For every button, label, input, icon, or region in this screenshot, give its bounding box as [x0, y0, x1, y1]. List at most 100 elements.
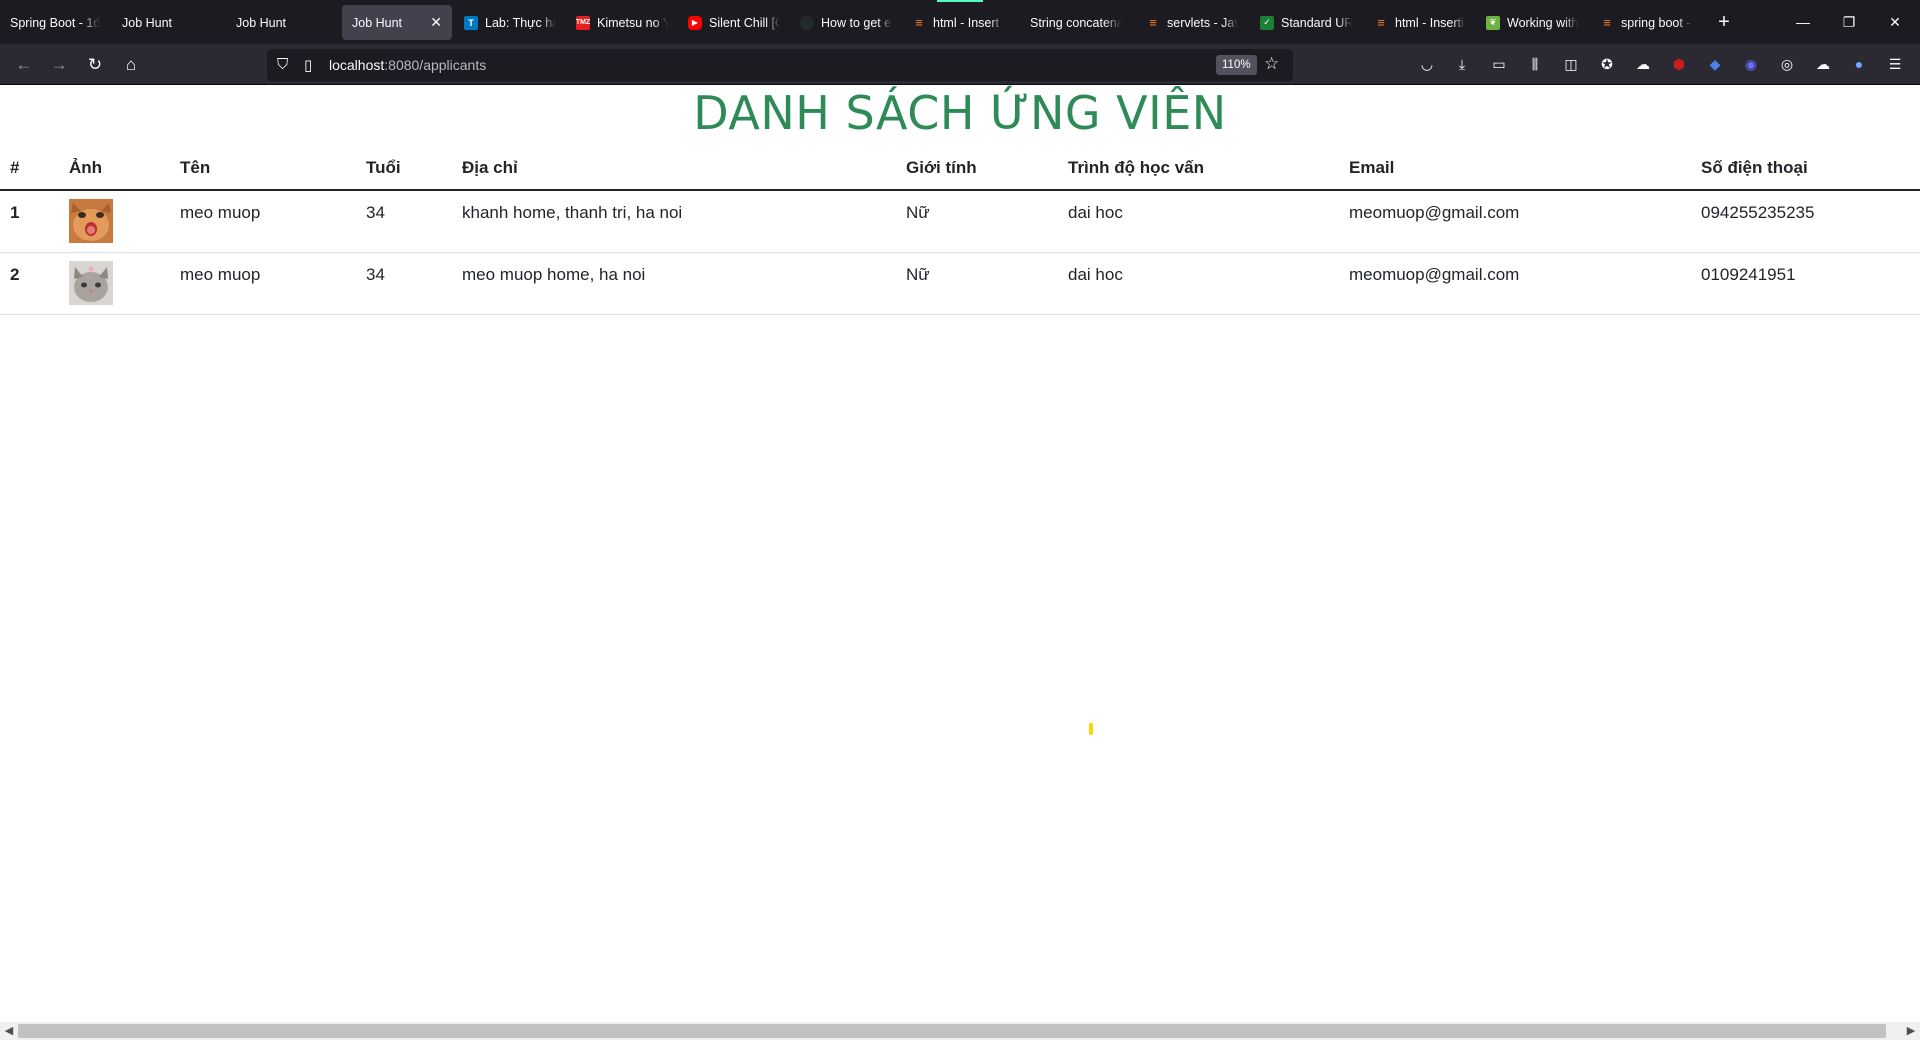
tab-servlets[interactable]: ≡ servlets - Java — [1136, 5, 1248, 40]
page-title: DANH SÁCH ỨNG VIÊN — [693, 86, 1227, 140]
scroll-right-icon[interactable]: ▶ — [1902, 1022, 1920, 1040]
stackoverflow-icon: ≡ — [915, 15, 923, 30]
tab-lab[interactable]: T Lab: Thực hà — [454, 5, 566, 40]
new-tab-button[interactable]: + — [1710, 8, 1738, 36]
extension-icon[interactable]: ◉ — [1740, 53, 1762, 75]
tab-label: Kimetsu no Y — [597, 15, 668, 30]
tab-label: How to get e — [821, 15, 892, 30]
column-header-address: Địa chỉ — [452, 146, 896, 191]
applicant-gender: Nữ — [896, 252, 1058, 315]
back-button[interactable]: ← — [9, 50, 39, 80]
tab-label: html - Insert — [933, 15, 999, 30]
pocket-icon[interactable]: ◡ — [1416, 53, 1438, 75]
tab-label: Silent Chill [C — [709, 15, 780, 30]
extension-icon[interactable]: ◎ — [1776, 53, 1798, 75]
applicant-education: dai hoc — [1058, 190, 1339, 253]
applicant-name: meo muop — [170, 190, 356, 253]
photo-cell — [59, 190, 170, 253]
tab-label: Job Hunt — [122, 15, 173, 30]
applicant-photo — [69, 260, 113, 305]
close-tab-icon[interactable]: ✕ — [430, 14, 442, 31]
tab-standard-uri[interactable]: ✓ Standard URI — [1250, 5, 1362, 40]
tab-label: Job Hunt — [236, 15, 287, 30]
tab-how-to-get[interactable]: How to get e — [790, 5, 902, 40]
tab-label: servlets - Java — [1167, 15, 1238, 30]
scroll-left-icon[interactable]: ◀ — [0, 1022, 18, 1040]
tab-html-inserti[interactable]: ≡ html - Inserti — [1364, 5, 1476, 40]
tab-label: Spring Boot - 1đ — [10, 15, 100, 30]
tab-indicator — [937, 0, 983, 2]
minimize-icon[interactable]: — — [1780, 0, 1826, 44]
library-icon[interactable]: ⫼ — [1524, 53, 1546, 75]
column-header-photo: Ảnh — [59, 146, 170, 191]
ublock-icon[interactable]: ⬢ — [1668, 53, 1690, 75]
applicant-address: khanh home, thanh tri, ha noi — [452, 190, 896, 253]
cloud-icon[interactable]: ☁ — [1812, 53, 1834, 75]
applicant-phone: 0109241951 — [1691, 252, 1920, 315]
table-header-row: # Ảnh Tên Tuổi Địa chỉ Giới tính Trình đ… — [0, 146, 1920, 191]
tab-spring-boot-so[interactable]: ≡ spring boot - — [1590, 5, 1702, 40]
cat-photo-gray — [69, 260, 113, 305]
applicant-age: 34 — [356, 190, 452, 253]
restore-icon[interactable]: ❐ — [1826, 0, 1872, 44]
scrollbar-thumb[interactable] — [18, 1024, 1886, 1038]
column-header-age: Tuổi — [356, 146, 452, 191]
menu-icon[interactable]: ☰ — [1884, 53, 1906, 75]
tab-job-hunt-1[interactable]: Job Hunt — [112, 5, 224, 40]
trello-icon: T — [464, 15, 478, 30]
tab-label: Job Hunt — [352, 15, 403, 30]
horizontal-scrollbar[interactable]: ◀ ▶ — [0, 1022, 1920, 1040]
tab-label: Working with — [1507, 15, 1578, 30]
column-header-name: Tên — [170, 146, 356, 191]
youtube-icon: ▶ — [688, 15, 702, 30]
tab-kimetsu[interactable]: TMZ Kimetsu no Y — [566, 5, 678, 40]
tab-spring-boot[interactable]: Spring Boot - 1đ — [0, 5, 110, 40]
tab-label: Lab: Thực hà — [485, 15, 556, 30]
account-icon[interactable]: ● — [1848, 53, 1870, 75]
close-window-icon[interactable]: ✕ — [1872, 0, 1918, 44]
table-row: 1 meo muop 34 khanh home, thanh tri, ha … — [0, 190, 1920, 253]
url-path: :8080/applicants — [384, 57, 487, 73]
applicants-table: # Ảnh Tên Tuổi Địa chỉ Giới tính Trình đ… — [0, 146, 1920, 315]
row-index: 2 — [0, 252, 59, 315]
tab-strip: Spring Boot - 1đ Job Hunt Job Hunt Job H… — [0, 0, 1920, 44]
bookmark-star-icon[interactable]: ☆ — [1264, 54, 1279, 74]
applicant-education: dai hoc — [1058, 252, 1339, 315]
tab-string-concat[interactable]: String concatenat — [1020, 5, 1132, 40]
tab-working-with[interactable]: ❦ Working with — [1476, 5, 1588, 40]
applicant-email: meomuop@gmail.com — [1339, 252, 1691, 315]
applicant-name: meo muop — [170, 252, 356, 315]
column-header-gender: Giới tính — [896, 146, 1058, 191]
zoom-indicator[interactable]: 110% — [1216, 55, 1257, 75]
page-icon: ▯ — [304, 57, 313, 74]
shield-icon[interactable]: ⛉ — [277, 56, 288, 73]
extension-icon[interactable]: ✪ — [1596, 53, 1618, 75]
forward-button[interactable]: → — [44, 50, 74, 80]
extension-icon[interactable]: ☁ — [1632, 53, 1654, 75]
applicant-email: meomuop@gmail.com — [1339, 190, 1691, 253]
tab-silent-chill[interactable]: ▶ Silent Chill [C — [678, 5, 790, 40]
tab-job-hunt-2[interactable]: Job Hunt — [226, 5, 338, 40]
reload-button[interactable]: ↻ — [80, 50, 110, 80]
text-cursor-icon — [1089, 723, 1093, 735]
tab-job-hunt-active[interactable]: Job Hunt ✕ — [342, 5, 452, 40]
tab-html-insert[interactable]: ≡ html - Insert — [902, 5, 1014, 40]
applicant-phone: 094255235235 — [1691, 190, 1920, 253]
column-header-phone: Số điện thoại — [1691, 146, 1920, 191]
screenshot-icon[interactable]: ▭ — [1488, 53, 1510, 75]
row-index: 1 — [0, 190, 59, 253]
download-icon[interactable]: ⤓ — [1451, 53, 1473, 75]
tab-label: Standard URI — [1281, 15, 1352, 30]
cat-photo-orange — [69, 199, 113, 243]
address-bar[interactable]: ⛉ ▯ localhost:8080/applicants 110% ☆ — [267, 49, 1293, 81]
home-button[interactable]: ⌂ — [116, 50, 146, 80]
applicant-address: meo muop home, ha noi — [452, 252, 896, 315]
check-icon: ✓ — [1260, 15, 1274, 30]
column-header-education: Trình độ học vấn — [1058, 146, 1339, 191]
extension-icon[interactable]: ◆ — [1704, 53, 1726, 75]
applicant-age: 34 — [356, 252, 452, 315]
sidebar-icon[interactable]: ◫ — [1560, 53, 1582, 75]
applicant-photo — [69, 199, 113, 243]
page-content: DANH SÁCH ỨNG VIÊN # Ảnh Tên Tuổi Địa ch… — [0, 86, 1920, 1022]
url-text[interactable]: localhost:8080/applicants — [329, 57, 486, 73]
